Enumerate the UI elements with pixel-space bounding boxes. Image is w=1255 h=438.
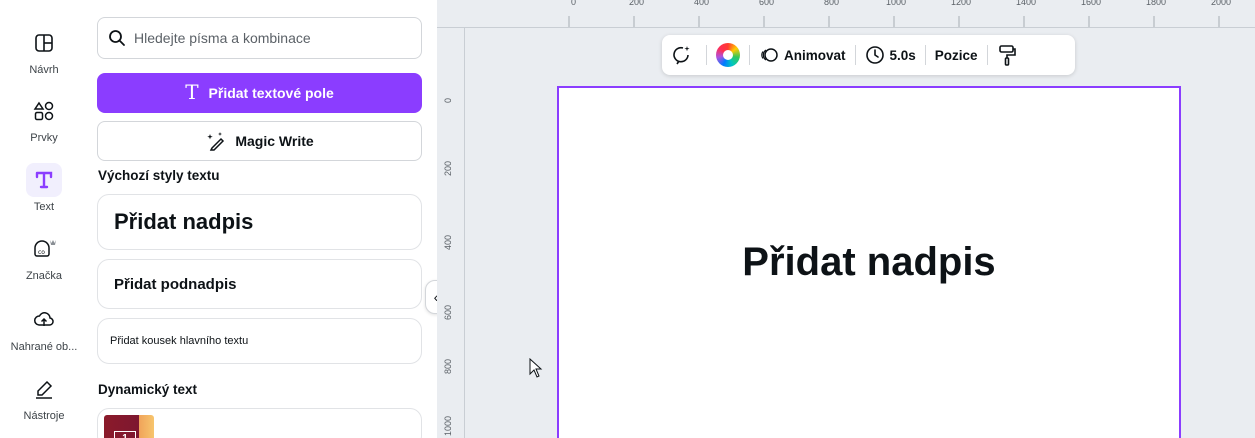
dynamic-text-card[interactable]: 1 — [97, 408, 422, 438]
add-subheading-card[interactable]: Přidat podnadpis — [97, 259, 422, 309]
thumb-number: 1 — [114, 431, 136, 438]
position-label: Pozice — [934, 47, 978, 63]
design-page[interactable]: Přidat nadpis — [557, 86, 1181, 438]
add-heading-card[interactable]: Přidat nadpis — [97, 194, 422, 250]
ruler-label: 1200 — [951, 0, 972, 7]
upload-icon — [26, 303, 62, 337]
rail-item-text[interactable]: Text — [0, 163, 88, 213]
add-body-text-card[interactable]: Přidat kousek hlavního textu — [97, 318, 422, 364]
ruler-label: 800 — [443, 358, 453, 374]
toolbar-divider — [924, 45, 926, 65]
duration-label: 5.0s — [889, 47, 916, 63]
search-input[interactable] — [134, 30, 404, 46]
position-button[interactable]: Pozice — [935, 48, 978, 63]
ruler-label: 800 — [824, 0, 840, 7]
rail-item-uploads[interactable]: Nahrané ob... — [0, 303, 88, 353]
element-toolbar: Animovat 5.0s Pozice — [662, 35, 1075, 75]
rail-label: Prvky — [30, 132, 58, 144]
ruler-label: 1800 — [1146, 0, 1167, 7]
ruler-label: 600 — [759, 0, 775, 7]
top-ruler: 0 200 400 600 800 1000 1200 1400 1600 18… — [437, 0, 1255, 28]
animate-icon — [761, 48, 778, 62]
ruler-label: 0 — [443, 97, 453, 103]
ruler-ticks — [568, 16, 1220, 27]
magic-write-button[interactable]: Magic Write — [97, 121, 422, 161]
toolbar-divider — [854, 45, 856, 65]
text-panel: T Přidat textové pole Magic Write Výchoz… — [88, 0, 437, 438]
default-styles-title: Výchozí styly textu — [98, 168, 220, 183]
ruler-label: 400 — [443, 234, 453, 250]
canvas-heading[interactable]: Přidat nadpis — [559, 240, 1179, 285]
ruler-label: 1000 — [443, 415, 453, 436]
paint-roller-icon — [998, 45, 1016, 66]
color-wheel-icon — [716, 43, 740, 67]
animate-label: Animovat — [784, 47, 846, 63]
rail-item-brand[interactable]: co Značka — [0, 232, 88, 282]
rail-label: Návrh — [29, 64, 59, 76]
ruler-label: 1000 — [886, 0, 907, 7]
dynamic-text-title: Dynamický text — [98, 382, 198, 397]
rail-label: Nahrané ob... — [10, 341, 78, 353]
ruler-label: 1400 — [1016, 0, 1037, 7]
search-icon — [109, 30, 125, 46]
toolbar-divider — [706, 45, 707, 65]
rail-label: Nástroje — [23, 410, 65, 422]
pen-icon — [26, 372, 62, 406]
magic-wand-icon — [207, 132, 225, 151]
heading-label: Přidat nadpis — [114, 209, 254, 234]
clock-icon — [865, 46, 884, 64]
subheading-label: Přidat podnadpis — [114, 275, 237, 293]
sparkle-lasso-icon — [673, 46, 690, 65]
toolbar-divider — [749, 45, 750, 65]
ruler-label: 400 — [694, 0, 710, 7]
toolbar-divider — [986, 45, 988, 65]
svg-text:co: co — [38, 249, 45, 256]
ai-edit-button[interactable] — [670, 44, 697, 66]
color-button[interactable] — [716, 43, 740, 67]
rail-label: Značka — [25, 270, 63, 282]
duration-button[interactable]: 5.0s — [865, 45, 916, 65]
body-text-label: Přidat kousek hlavního textu — [110, 335, 249, 347]
add-textbox-button[interactable]: T Přidat textové pole — [97, 73, 422, 113]
rail-item-tools[interactable]: Nástroje — [0, 372, 88, 422]
text-icon — [26, 163, 62, 197]
shapes-icon — [26, 94, 62, 128]
text-t-icon: T — [185, 80, 199, 104]
add-textbox-label: Přidat textové pole — [208, 85, 334, 101]
ruler-label: 0 — [571, 0, 577, 7]
canvas-workspace[interactable]: 0 200 400 600 800 1000 1200 1400 1600 18… — [437, 0, 1255, 438]
rail-item-elements[interactable]: Prvky — [0, 94, 88, 144]
layout-icon — [26, 26, 62, 60]
rail-item-design[interactable]: Návrh — [0, 26, 88, 76]
left-ruler: 0 200 400 600 800 1000 — [437, 28, 465, 438]
mouse-cursor-icon — [529, 358, 543, 378]
ruler-label: 200 — [629, 0, 645, 7]
page-number-thumbnail: 1 — [104, 415, 154, 438]
magic-write-label: Magic Write — [235, 133, 314, 149]
font-search[interactable] — [97, 17, 422, 59]
side-rail: Návrh Prvky Text co Značka Nahrané ob...… — [0, 0, 88, 438]
ruler-label: 600 — [443, 304, 453, 320]
rail-label: Text — [33, 201, 55, 213]
ruler-label: 200 — [443, 160, 453, 176]
ruler-label: 2000 — [1211, 0, 1232, 7]
copy-style-button[interactable] — [997, 44, 1022, 66]
brand-icon: co — [26, 232, 62, 266]
animate-button[interactable]: Animovat — [759, 45, 846, 65]
ruler-label: 1600 — [1081, 0, 1102, 7]
